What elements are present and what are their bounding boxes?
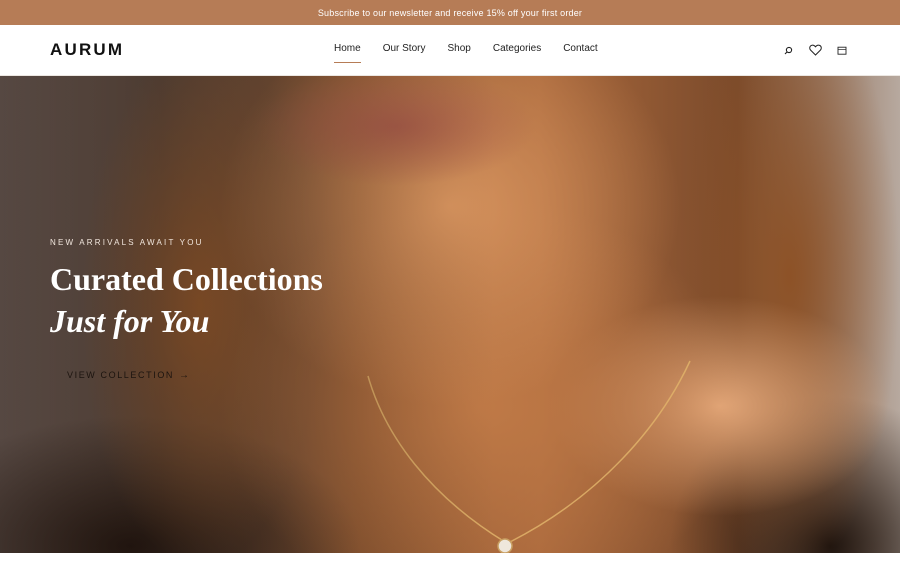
heart-icon[interactable]	[807, 42, 823, 58]
logo[interactable]: AURUM	[50, 40, 124, 60]
hero-banner: NEW ARRIVALS AWAIT YOU Curated Collectio…	[0, 76, 900, 553]
hero-eyebrow: NEW ARRIVALS AWAIT YOU	[50, 238, 204, 247]
nav-categories[interactable]: Categories	[493, 43, 541, 63]
nav-shop[interactable]: Shop	[447, 43, 470, 63]
arrow-right-icon: →	[179, 369, 191, 381]
header-actions	[769, 42, 850, 58]
announcement-text: Subscribe to our newsletter and receive …	[317, 7, 583, 18]
hero-title: Curated Collections	[50, 261, 323, 297]
site-header: AURUM Home Our Story Shop Categories Con…	[0, 25, 900, 76]
bag-icon[interactable]	[834, 42, 850, 58]
view-collection-label: VIEW COLLECTION	[67, 370, 175, 380]
announcement-bar: Subscribe to our newsletter and receive …	[0, 0, 900, 25]
nav-contact[interactable]: Contact	[563, 43, 597, 63]
nav-home[interactable]: Home	[334, 43, 361, 63]
main-nav: Home Our Story Shop Categories Contact	[334, 43, 620, 63]
nav-our-story[interactable]: Our Story	[383, 43, 426, 63]
search-icon[interactable]	[780, 42, 796, 58]
view-collection-button[interactable]: VIEW COLLECTION →	[50, 361, 208, 389]
hero-subtitle: Just for You	[50, 303, 210, 339]
